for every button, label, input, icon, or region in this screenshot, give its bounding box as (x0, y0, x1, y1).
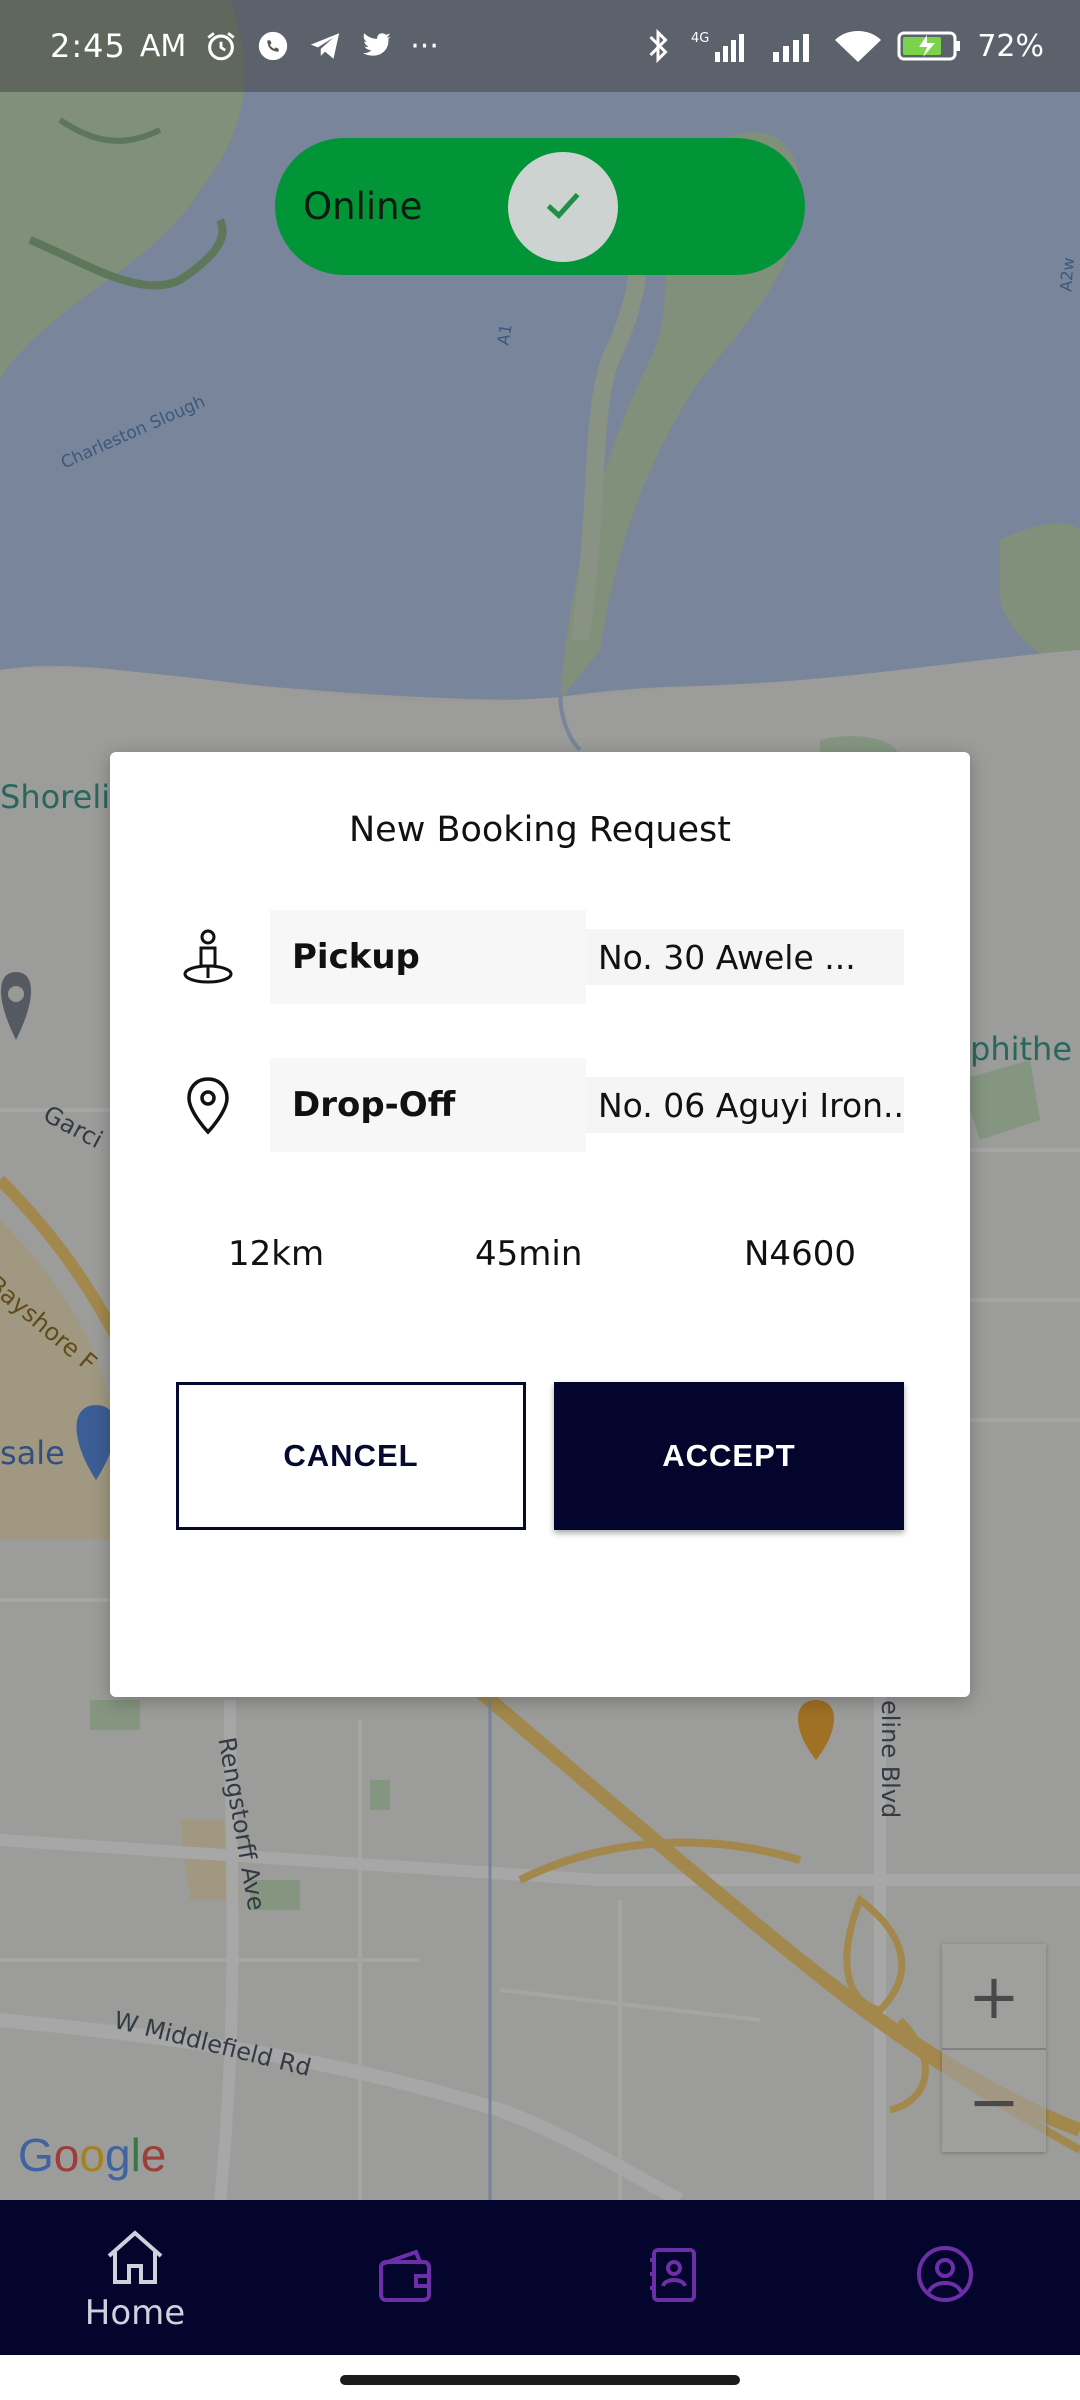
more-notifications-icon: ··· (410, 28, 439, 64)
contacts-icon (644, 2246, 702, 2309)
trip-fare: N4600 (744, 1234, 856, 1274)
accept-button[interactable]: ACCEPT (554, 1382, 904, 1530)
whatsapp-icon (254, 27, 292, 65)
system-gesture-area (0, 2355, 1080, 2400)
telegram-icon (306, 27, 344, 65)
signal-icon (769, 27, 819, 65)
toggle-knob[interactable] (508, 152, 618, 262)
alarm-icon (202, 27, 240, 65)
trip-duration: 45min (475, 1234, 583, 1274)
profile-icon (915, 2244, 975, 2309)
status-time: 2:45 (50, 27, 126, 65)
pickup-address: No. 30 Awele ... (586, 929, 904, 985)
nav-wallet[interactable] (325, 2248, 485, 2368)
booking-request-dialog: New Booking Request Pickup No. 30 Awele … (110, 752, 970, 1697)
signal-4g-icon: 4G (691, 27, 755, 65)
online-toggle[interactable]: Online (275, 138, 805, 275)
status-bar: 2:45 AM ··· 4G 72% (0, 0, 1080, 92)
status-ampm: AM (139, 28, 187, 64)
wallet-icon (376, 2248, 434, 2309)
svg-text:4G: 4G (691, 31, 709, 46)
dialog-title: New Booking Request (349, 810, 731, 850)
dropoff-address: No. 06 Aguyi Iron... (586, 1077, 904, 1133)
checkmark-icon (538, 180, 588, 235)
home-icon (103, 2228, 167, 2291)
pickup-row: Pickup No. 30 Awele ... (110, 910, 970, 1004)
online-toggle-label: Online (303, 185, 423, 228)
dropoff-label: Drop-Off (270, 1058, 586, 1152)
pickup-person-icon (178, 928, 238, 988)
pickup-label: Pickup (270, 910, 586, 1004)
nav-home-label: Home (84, 2293, 186, 2333)
location-pin-icon (178, 1076, 238, 1136)
nav-profile[interactable] (865, 2244, 1025, 2364)
battery-level: 72% (977, 28, 1044, 64)
trip-distance: 12km (228, 1234, 325, 1274)
trip-stats: 12km 45min N4600 (110, 1234, 970, 1294)
twitter-icon (358, 27, 396, 65)
wifi-icon (833, 27, 883, 65)
dropoff-row: Drop-Off No. 06 Aguyi Iron... (110, 1058, 970, 1152)
bluetooth-icon (639, 27, 677, 65)
home-gesture-bar[interactable] (340, 2375, 740, 2385)
bottom-navigation: Home (0, 2200, 1080, 2355)
cancel-button[interactable]: CANCEL (176, 1382, 526, 1530)
battery-charging-icon (897, 27, 963, 65)
nav-home[interactable]: Home (55, 2228, 215, 2348)
nav-contacts[interactable] (593, 2246, 753, 2366)
